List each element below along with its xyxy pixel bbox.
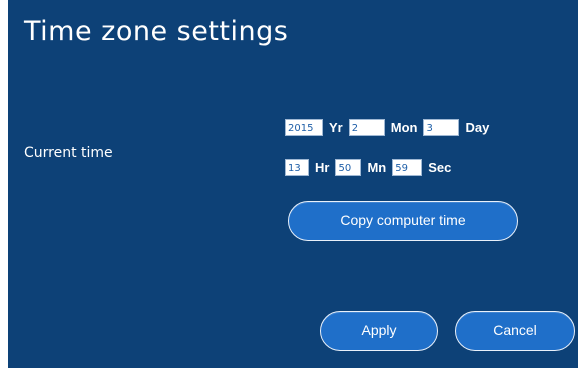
second-input[interactable]: 59 xyxy=(392,159,423,176)
minute-unit-label: Mn xyxy=(367,160,387,175)
hour-input[interactable]: 13 xyxy=(285,159,309,176)
copy-computer-time-button[interactable]: Copy computer time xyxy=(288,201,518,241)
cancel-button[interactable]: Cancel xyxy=(455,311,575,351)
month-unit-label: Mon xyxy=(390,120,418,135)
month-input[interactable]: 2 xyxy=(348,119,385,136)
hour-unit-label: Hr xyxy=(315,160,330,175)
year-input[interactable]: 2015 xyxy=(285,119,323,136)
time-row: 13 Hr 50 Mn 59 Sec xyxy=(285,159,457,176)
year-unit-label: Yr xyxy=(329,120,343,135)
minute-input[interactable]: 50 xyxy=(335,159,362,176)
time-zone-settings-panel: Time zone settings Current time 2015 Yr … xyxy=(8,0,578,368)
day-unit-label: Day xyxy=(465,120,490,135)
second-unit-label: Sec xyxy=(428,160,452,175)
day-input[interactable]: 3 xyxy=(423,119,460,136)
page-title: Time zone settings xyxy=(24,16,289,47)
apply-button[interactable]: Apply xyxy=(320,311,438,351)
current-time-label: Current time xyxy=(24,145,113,161)
date-row: 2015 Yr 2 Mon 3 Day xyxy=(285,119,495,136)
